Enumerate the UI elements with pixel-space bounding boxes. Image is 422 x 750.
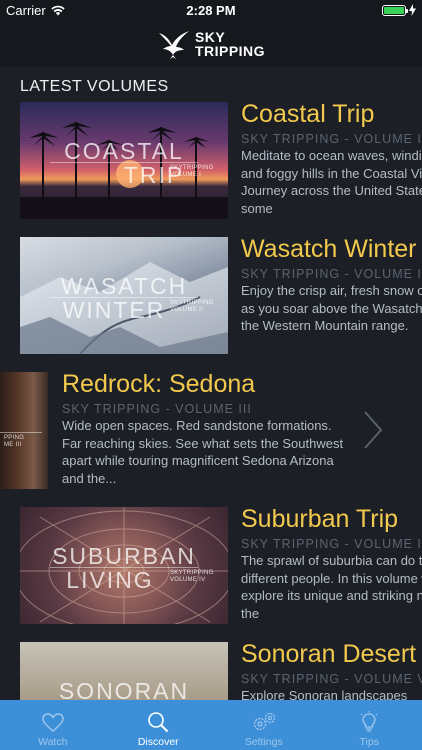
volume-thumbnail: SONORAN [20,642,228,700]
logo-line-2: TRIPPING [194,43,266,59]
volume-description: The sprawl of suburbia can do things to … [241,553,422,621]
thumbnail-sub-2: VOLUME I [170,172,202,178]
volume-thumbnail: WASATCH WINTER SKYTRIPPING VOLUME II [20,237,228,354]
battery-indicator [382,4,416,16]
nav-header: SKY TRIPPING [0,22,422,66]
tab-label: Settings [244,736,283,748]
volume-item-wasatch-winter[interactable]: WASATCH WINTER SKYTRIPPING VOLUME II Was… [0,235,422,357]
volume-title: Wasatch Winter [241,235,417,263]
volume-description: Explore Sonoran landscapes [241,688,408,700]
volume-info: Suburban Trip SKY TRIPPING - VOLUME IV T… [241,503,422,622]
volume-info: Sonoran Desert SKY TRIPPING - VOLUME V E… [241,638,422,700]
search-icon [148,712,169,733]
volume-info: Coastal Trip SKY TRIPPING - VOLUME I Med… [241,102,422,217]
thumbnail-sub-1: SKYTRIPPING [170,165,214,171]
thumbnail-sub-1: SKYTRIPPING [170,570,214,576]
tab-watch[interactable]: Watch [0,700,106,750]
volume-info: Wasatch Winter SKY TRIPPING - VOLUME II … [241,233,422,335]
volume-item-sonoran-desert[interactable]: SONORAN Sonoran Desert SKY TRIPPING - VO… [0,640,422,700]
volume-thumbnail: COASTAL TRIP SKYTRIPPING VOLUME I [20,102,228,219]
volume-subtitle: SKY TRIPPING - VOLUME V [241,672,422,686]
volume-item-suburban-trip[interactable]: SUBURBAN LIVING SKYTRIPPING VOLUME IV Su… [0,505,422,627]
volume-thumbnail: SUBURBAN LIVING SKYTRIPPING VOLUME IV [20,507,228,624]
thumbnail-sub-1: PPING [4,435,25,441]
thumbnail-sub-2: ME III [4,442,22,448]
volume-subtitle: SKY TRIPPING - VOLUME IV [241,537,422,551]
volume-thumbnail: PPING ME III [0,372,48,489]
heart-icon [42,713,64,732]
tab-label: Discover [137,736,179,748]
volume-item-coastal-trip[interactable]: COASTAL TRIP SKYTRIPPING VOLUME I Coasta… [0,102,422,222]
tab-tips[interactable]: Tips [317,700,422,750]
logo-line-1: SKY [194,29,226,45]
tab-discover[interactable]: Discover [106,700,212,750]
bird-logo-icon [158,31,189,59]
volume-title: Coastal Trip [241,102,375,128]
gears-icon [253,712,275,731]
thumbnail-sub-1: SKYTRIPPING [170,300,214,306]
clock: 2:28 PM [186,3,236,18]
volume-info: Redrock: Sedona SKY TRIPPING - VOLUME II… [62,368,392,487]
tab-settings[interactable]: Settings [211,700,317,750]
volume-title: Redrock: Sedona [62,370,256,398]
tab-bar: Watch Discover Settings Tips [0,700,422,750]
thumbnail-sub-2: VOLUME IV [170,577,206,583]
volume-title: Suburban Trip [241,505,399,533]
app-logo: SKY TRIPPING [157,29,265,59]
volume-description: Meditate to ocean waves, winding roads, … [241,148,422,216]
thumbnail-title-1: WASATCH [60,273,188,299]
battery-icon [382,4,408,16]
tab-label: Tips [359,736,379,748]
lightbulb-icon [360,711,378,732]
volume-description: Wide open spaces. Red sandstone formatio… [62,418,344,486]
charging-bolt-icon [409,4,416,16]
volume-list[interactable]: COASTAL TRIP SKYTRIPPING VOLUME I Coasta… [0,102,422,700]
volume-subtitle: SKY TRIPPING - VOLUME III [62,402,252,416]
status-bar: Carrier 2:28 PM [0,0,422,22]
volume-item-redrock-sedona[interactable]: PPING ME III Redrock: Sedona SKY TRIPPIN… [0,370,422,492]
logo-wordmark: SKY TRIPPING [195,30,265,58]
thumbnail-title-1: SONORAN [58,678,190,701]
tab-label: Watch [38,736,68,748]
thumbnail-title-1: SUBURBAN [52,543,196,569]
chevron-right-icon[interactable] [362,410,384,450]
volume-title: Sonoran Desert [241,640,417,668]
thumbnail-sub-2: VOLUME II [170,307,204,313]
volume-subtitle: SKY TRIPPING - VOLUME I [241,132,422,146]
thumbnail-divider [0,432,42,433]
thumbnail-title-1: COASTAL [64,138,184,164]
section-title: LATEST VOLUMES [20,78,169,95]
volume-subtitle: SKY TRIPPING - VOLUME II [241,267,422,281]
volume-description: Enjoy the crisp air, fresh snow of winte… [241,283,422,333]
